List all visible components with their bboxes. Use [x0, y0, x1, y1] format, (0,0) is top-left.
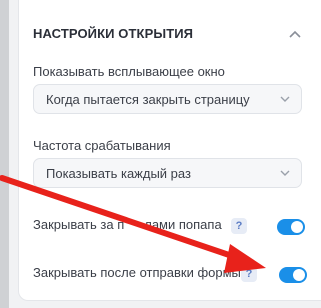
frequency-value: Показывать каждый раз — [46, 166, 191, 181]
help-icon[interactable]: ? — [241, 266, 257, 282]
chevron-down-icon — [280, 170, 290, 176]
close-outside-label-left: Закрывать за п — [33, 217, 125, 232]
toggle-knob — [291, 221, 303, 233]
left-scrollbar-track — [0, 0, 9, 308]
close-outside-label: Закрывать за п лами попапа — [33, 217, 222, 232]
chevron-down-icon — [280, 96, 290, 102]
frequency-select[interactable]: Показывать каждый раз — [33, 158, 302, 188]
section-title: НАСТРОЙКИ ОТКРЫТИЯ — [33, 26, 194, 41]
help-icon[interactable]: ? — [231, 218, 247, 234]
frequency-label: Частота срабатывания — [33, 138, 171, 153]
popup-show-label: Показывать всплывающее окно — [33, 64, 225, 79]
opening-settings-panel: НАСТРОЙКИ ОТКРЫТИЯ Показывать всплывающе… — [18, 0, 321, 301]
close-after-submit-label: Закрывать после отправки формы — [33, 265, 241, 280]
toggle-knob — [293, 269, 305, 281]
close-outside-toggle[interactable] — [277, 219, 305, 235]
popup-show-select[interactable]: Когда пытается закрыть страницу — [33, 84, 302, 114]
close-outside-label-right: лами попапа — [144, 217, 222, 232]
popup-show-value: Когда пытается закрыть страницу — [46, 92, 250, 107]
chevron-up-icon[interactable] — [287, 26, 303, 42]
close-after-submit-toggle[interactable] — [279, 267, 307, 283]
